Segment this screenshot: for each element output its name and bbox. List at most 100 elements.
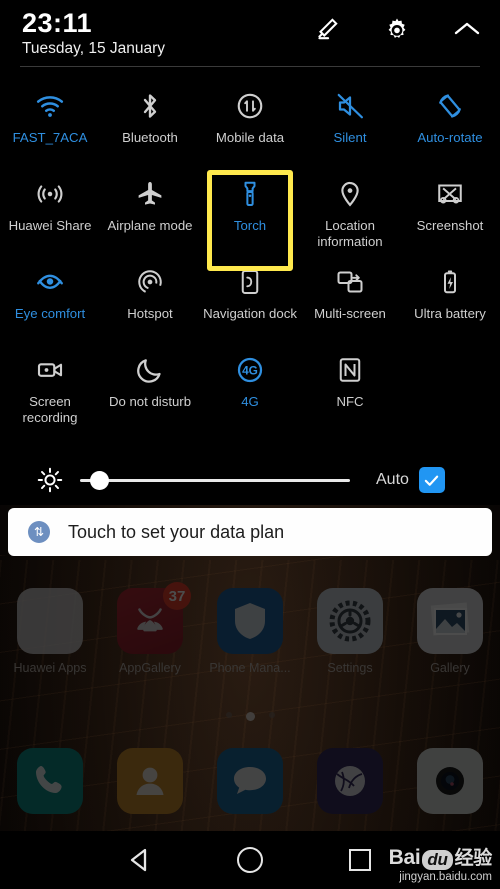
auto-brightness-checkbox[interactable] (418, 467, 445, 493)
tile-label: 4G (241, 394, 259, 409)
chevron-up-icon[interactable] (452, 14, 482, 44)
mobile-data-icon (235, 86, 265, 126)
watermark-brand-row: Bai du 经验 (389, 843, 492, 870)
app-huawei-apps[interactable]: Huawei Apps (0, 588, 100, 675)
pencil-icon[interactable] (312, 14, 342, 44)
quick-settings-tiles: FAST_7ACA Bluetooth Mobile data Silent Auto-… (0, 78, 500, 430)
tile-label: Hotspot (127, 306, 173, 321)
tile-airplane-mode[interactable]: Airplane mode (100, 166, 200, 254)
tile-mobile-data[interactable]: Mobile data (200, 78, 300, 166)
app-badge: 37 (163, 582, 191, 610)
gear-icon[interactable] (382, 14, 412, 44)
tile-label: Auto-rotate (417, 130, 483, 145)
phone-manager-shield-icon (217, 588, 283, 654)
tile-auto-rotate[interactable]: Auto-rotate (400, 78, 500, 166)
tile-label: Multi-screen (314, 306, 386, 321)
tile-navigation-dock[interactable]: Navigation dock (200, 254, 300, 342)
data-plan-notification-text: Touch to set your data plan (68, 521, 285, 542)
nfc-icon (335, 350, 365, 390)
messages-icon (217, 748, 283, 814)
navigation-dock-icon (235, 262, 265, 302)
tile-hotspot[interactable]: Hotspot (100, 254, 200, 342)
brightness-sun-icon (36, 466, 64, 494)
tile-multi-screen[interactable]: Multi-screen (300, 254, 400, 342)
tile-screenshot[interactable]: Screenshot (400, 166, 500, 254)
bluetooth-icon (135, 86, 165, 126)
header-divider (20, 66, 480, 67)
location-pin-icon (335, 174, 365, 214)
tile-label: Huawei Share (8, 218, 92, 233)
page-indicator (0, 712, 500, 721)
battery-bolt-icon (435, 262, 465, 302)
phone-icon (17, 748, 83, 814)
page-dot-1 (225, 712, 232, 718)
app-browser-icon[interactable] (300, 748, 400, 814)
multi-screen-icon (335, 262, 365, 302)
contacts-icon (117, 748, 183, 814)
app-messages-icon[interactable] (200, 748, 300, 814)
app-contacts-icon[interactable] (100, 748, 200, 814)
app-settings[interactable]: Settings (300, 588, 400, 675)
tile-location-information[interactable]: Location information (300, 166, 400, 254)
page-dot-2 (245, 712, 255, 721)
phone-screen: Huawei Apps 37 AppGallery Phone Mana... Sett… (0, 0, 500, 889)
app-camera-icon[interactable] (400, 748, 500, 814)
quick-settings-row-2: Huawei Share Airplane mode Torch Location i… (0, 166, 500, 254)
tile-label: Screen recording (22, 394, 78, 425)
data-plan-notification[interactable]: ⇅ Touch to set your data plan (8, 508, 492, 556)
tile-label: Ultra battery (414, 306, 486, 321)
page-dot-3 (268, 712, 275, 718)
home-circle-icon[interactable] (215, 831, 285, 889)
tile-nfc[interactable]: NFC (300, 342, 400, 430)
app-gallery[interactable]: Gallery (400, 588, 500, 675)
tile-label: Location information (317, 218, 383, 249)
quick-settings-row-4: Screen recording Do not disturb 4G 4G NFC (0, 342, 500, 430)
home-dock-row (0, 748, 500, 814)
tile-label: Airplane mode (107, 218, 193, 233)
tile-bluetooth[interactable]: Bluetooth (100, 78, 200, 166)
brightness-slider-thumb[interactable] (90, 470, 109, 490)
tile-silent[interactable]: Silent (300, 78, 400, 166)
tile-eye-comfort[interactable]: Eye comfort (0, 254, 100, 342)
brightness-slider-track (80, 478, 350, 482)
tile-ultra-battery[interactable]: Ultra battery (400, 254, 500, 342)
gear-icon (317, 588, 383, 654)
navigation-bar: Bai du 经验 jingyan.baidu.com (0, 831, 500, 889)
home-circle-shape (237, 847, 263, 873)
tile-screen-recording[interactable]: Screen recording (0, 342, 100, 430)
tile-fast-7aca[interactable]: FAST_7ACA (0, 78, 100, 166)
back-triangle-icon[interactable] (105, 831, 175, 889)
tile-label: Silent (333, 130, 367, 145)
tile-huawei-share[interactable]: Huawei Share (0, 166, 100, 254)
tile-label: Torch (233, 218, 267, 233)
airplane-icon (135, 174, 165, 214)
watermark-suffix: 经验 (454, 848, 493, 869)
app-appgallery[interactable]: 37 AppGallery (100, 582, 200, 675)
gallery-photo-icon (417, 588, 483, 654)
tile-label: Screenshot (416, 218, 484, 233)
quick-settings-row-3: Eye comfort Hotspot Navigation dock Multi-s… (0, 254, 500, 342)
moon-icon (135, 350, 165, 390)
recents-square-icon[interactable] (330, 831, 390, 889)
appgallery-icon: 37 (117, 582, 191, 654)
quick-settings-row-1: FAST_7ACA Bluetooth Mobile data Silent Auto-… (0, 78, 500, 166)
tile-label: Do not disturb (108, 394, 192, 409)
auto-brightness-label: Auto (376, 471, 409, 488)
tile-label: Eye comfort (14, 306, 86, 321)
app-phone-mana[interactable]: Phone Mana... (200, 588, 300, 675)
tile-label: FAST_7ACA (12, 130, 88, 145)
huawei-share-icon (35, 174, 65, 214)
watermark-url: jingyan.baidu.com (399, 871, 492, 883)
app-label: Gallery (430, 661, 470, 675)
tile-do-not-disturb[interactable]: Do not disturb (100, 342, 200, 430)
hotspot-icon (135, 262, 165, 302)
brightness-slider[interactable] (80, 469, 350, 491)
eye-icon (35, 262, 65, 302)
home-apps-row: Huawei Apps 37 AppGallery Phone Mana... Sett… (0, 582, 500, 675)
app-phone-icon[interactable] (0, 748, 100, 814)
app-label: AppGallery (119, 661, 181, 675)
camera-icon (417, 748, 483, 814)
wifi-icon (35, 86, 65, 126)
tile-torch[interactable]: Torch (200, 166, 300, 254)
tile-4g[interactable]: 4G 4G (200, 342, 300, 430)
